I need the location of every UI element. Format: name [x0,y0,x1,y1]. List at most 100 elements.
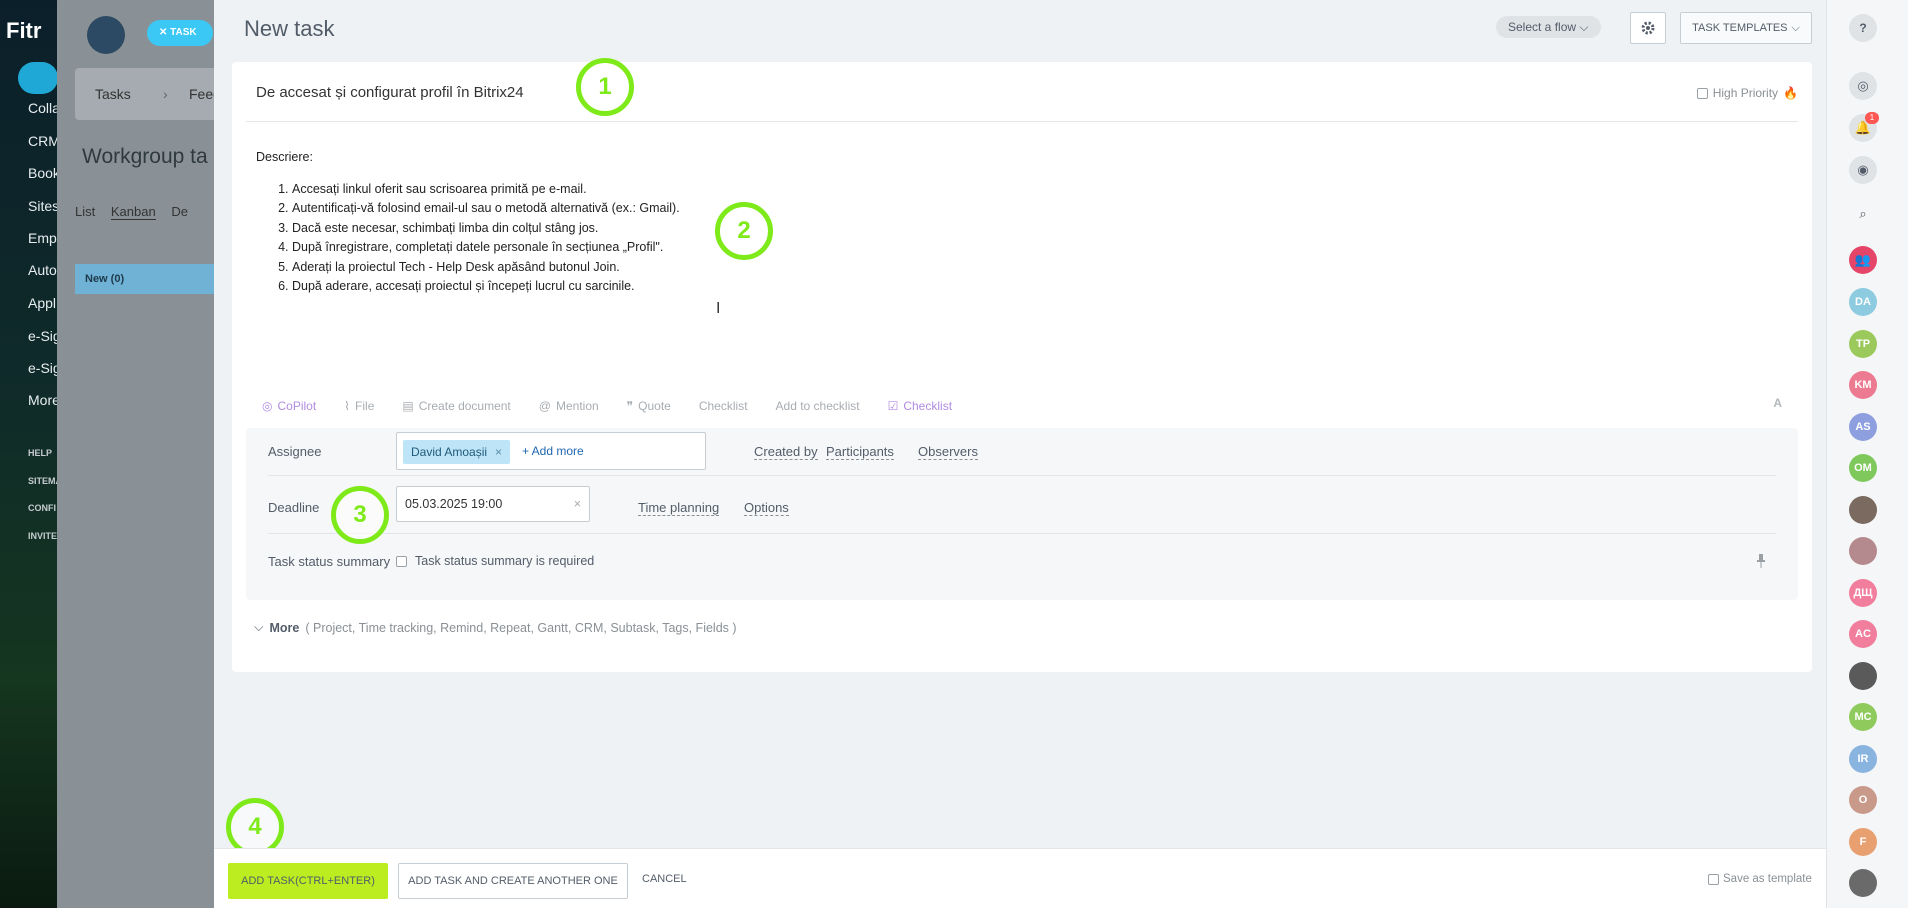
help-link[interactable]: HELP [28,448,52,458]
tab-feed[interactable]: Feed [189,86,214,102]
avatar[interactable]: KM [1849,371,1877,399]
pin-icon[interactable] [1756,554,1766,571]
group-chat-icon[interactable]: 👥 [1849,246,1877,274]
list-item: Autentificați-vă folosind email-ul sau o… [292,199,680,219]
create-document-button[interactable]: ▤ Create document [402,399,510,413]
more-label[interactable]: More [269,621,299,635]
quote-button[interactable]: ❞ Quote [627,399,671,413]
created-by-link[interactable]: Created by [754,444,818,460]
nav-item[interactable]: e-Sig [28,328,57,344]
checklist-tool-button[interactable]: ☑ Checklist [888,399,952,413]
view-tab-de[interactable]: De [171,204,188,219]
avatar[interactable] [1849,869,1877,897]
search-icon[interactable]: ⌕ [1849,200,1877,228]
list-item: Aderați la proiectul Tech - Help Desk ap… [292,258,680,278]
task-chip[interactable]: ✕ TASK [147,20,213,46]
nav-item[interactable]: Auto [28,262,57,278]
avatar[interactable] [1849,537,1877,565]
deadline-input[interactable]: 05.03.2025 19:00 × [396,486,590,522]
chat-icon[interactable]: ◉ [1849,156,1877,184]
app-logo: Fitr [6,18,42,43]
sitemap-link[interactable]: SITEMA [28,476,57,486]
annotation-marker-1: 1 [576,58,634,116]
more-items: ( Project, Time tracking, Remind, Repeat… [305,620,737,635]
assignee-chip[interactable]: David Amoașii × [403,440,511,464]
menu-button[interactable] [18,62,57,94]
nav-item[interactable]: Appl [28,295,56,311]
assignee-label: Assignee [268,444,322,459]
task-title-row: De accesat și configurat profil în Bitri… [246,62,1798,122]
avatar[interactable]: OM [1849,454,1877,482]
status-summary-row: Task status summary Task status summary … [268,534,1776,592]
folder-icon [87,16,125,54]
settings-button[interactable] [1630,12,1666,44]
avatar[interactable]: IR [1849,744,1877,773]
quote-icon: ❞ [626,399,634,413]
remove-icon[interactable]: × [495,445,502,459]
avatar[interactable]: ДЩ [1849,578,1877,607]
avatar[interactable]: O [1849,786,1877,814]
deadline-label: Deadline [268,500,320,515]
assignee-field[interactable]: David Amoașii × + Add more [396,432,706,470]
new-task-slider: New task Select a flow ⌵ TASK TEMPLATES ⌵… [214,0,1826,908]
avatar[interactable]: F [1849,827,1877,856]
add-more-link[interactable]: + Add more [522,444,584,458]
status-summary-checkbox[interactable]: Task status summary is required [396,554,594,568]
copilot-button[interactable]: ◎ CoPilot [262,399,316,413]
nav-item[interactable]: CRM [28,133,57,149]
nav-item[interactable]: Colla [28,100,57,116]
time-planning-link[interactable]: Time planning [638,500,720,516]
workgroup-title: Workgroup ta [82,145,208,168]
avatar[interactable]: TP [1849,329,1877,358]
file-button[interactable]: ⌇ File [344,399,374,413]
observers-link[interactable]: Observers [918,444,978,460]
task-title-input[interactable]: De accesat și configurat profil în Bitri… [256,84,524,101]
nav-item[interactable]: More [28,392,57,408]
view-tab-kanban[interactable]: Kanban [110,204,156,220]
cancel-button[interactable]: CANCEL [642,873,687,885]
copilot-icon[interactable]: ◎ [1849,72,1877,100]
save-as-template-checkbox[interactable] [1708,873,1719,885]
clear-icon[interactable]: × [574,487,581,521]
add-to-checklist-button[interactable]: Add to checklist [776,399,860,413]
checklist-icon: ☑ [887,399,899,413]
avatar[interactable]: AC [1849,620,1877,648]
participants-link[interactable]: Participants [826,444,894,460]
slider-footer: ADD TASK(CTRL+ENTER) ADD TASK AND CREATE… [214,848,1826,908]
more-section[interactable]: ⌵ More ( Project, Time tracking, Remind,… [254,620,737,635]
at-icon: @ [538,399,551,413]
high-priority-toggle[interactable]: High Priority 🔥 [1696,86,1798,100]
high-priority-checkbox[interactable] [1696,87,1708,99]
nav-item[interactable]: Empl [28,230,57,246]
config-link[interactable]: CONFI [28,503,56,513]
avatar[interactable] [1849,495,1877,524]
options-link[interactable]: Options [744,500,789,516]
nav-item[interactable]: e-Sig [28,360,57,376]
save-as-template-toggle[interactable]: Save as template [1708,873,1812,885]
add-task-and-create-another-button[interactable]: ADD TASK AND CREATE ANOTHER ONE [398,863,628,899]
avatar[interactable]: AS [1849,412,1877,441]
nav-item[interactable]: Sites [28,198,57,214]
text-format-icon[interactable]: A [1773,396,1782,410]
nav-item[interactable]: Book [28,165,57,181]
gear-icon [1641,21,1655,35]
chevron-down-icon: ⌵ [1579,20,1589,34]
mention-button[interactable]: @ Mention [539,399,599,413]
flow-select[interactable]: Select a flow ⌵ [1496,16,1601,38]
add-task-button[interactable]: ADD TASK(CTRL+ENTER) [228,863,388,899]
avatar[interactable]: MC [1849,703,1877,731]
invite-link[interactable]: INVITE [28,531,57,541]
avatar[interactable] [1849,661,1877,690]
checklist-button[interactable]: Checklist [699,399,748,413]
task-templates-button[interactable]: TASK TEMPLATES ⌵ [1680,12,1812,44]
description-editor[interactable]: Descriere: Accesați linkul oferit sau sc… [256,148,680,297]
list-item: După înregistrare, completați datele per… [292,238,680,258]
checkbox[interactable] [396,555,407,567]
workgroup-page-background: ✕ TASK Tasks › Feed Workgroup ta List Ka… [57,0,214,908]
paperclip-icon: ⌇ [344,399,351,413]
help-icon[interactable]: ? [1849,14,1877,42]
workgroup-tabs: Tasks › Feed [75,68,214,120]
tab-tasks[interactable]: Tasks [95,86,131,102]
view-tab-list[interactable]: List [75,204,95,219]
avatar[interactable]: DA [1849,288,1877,316]
